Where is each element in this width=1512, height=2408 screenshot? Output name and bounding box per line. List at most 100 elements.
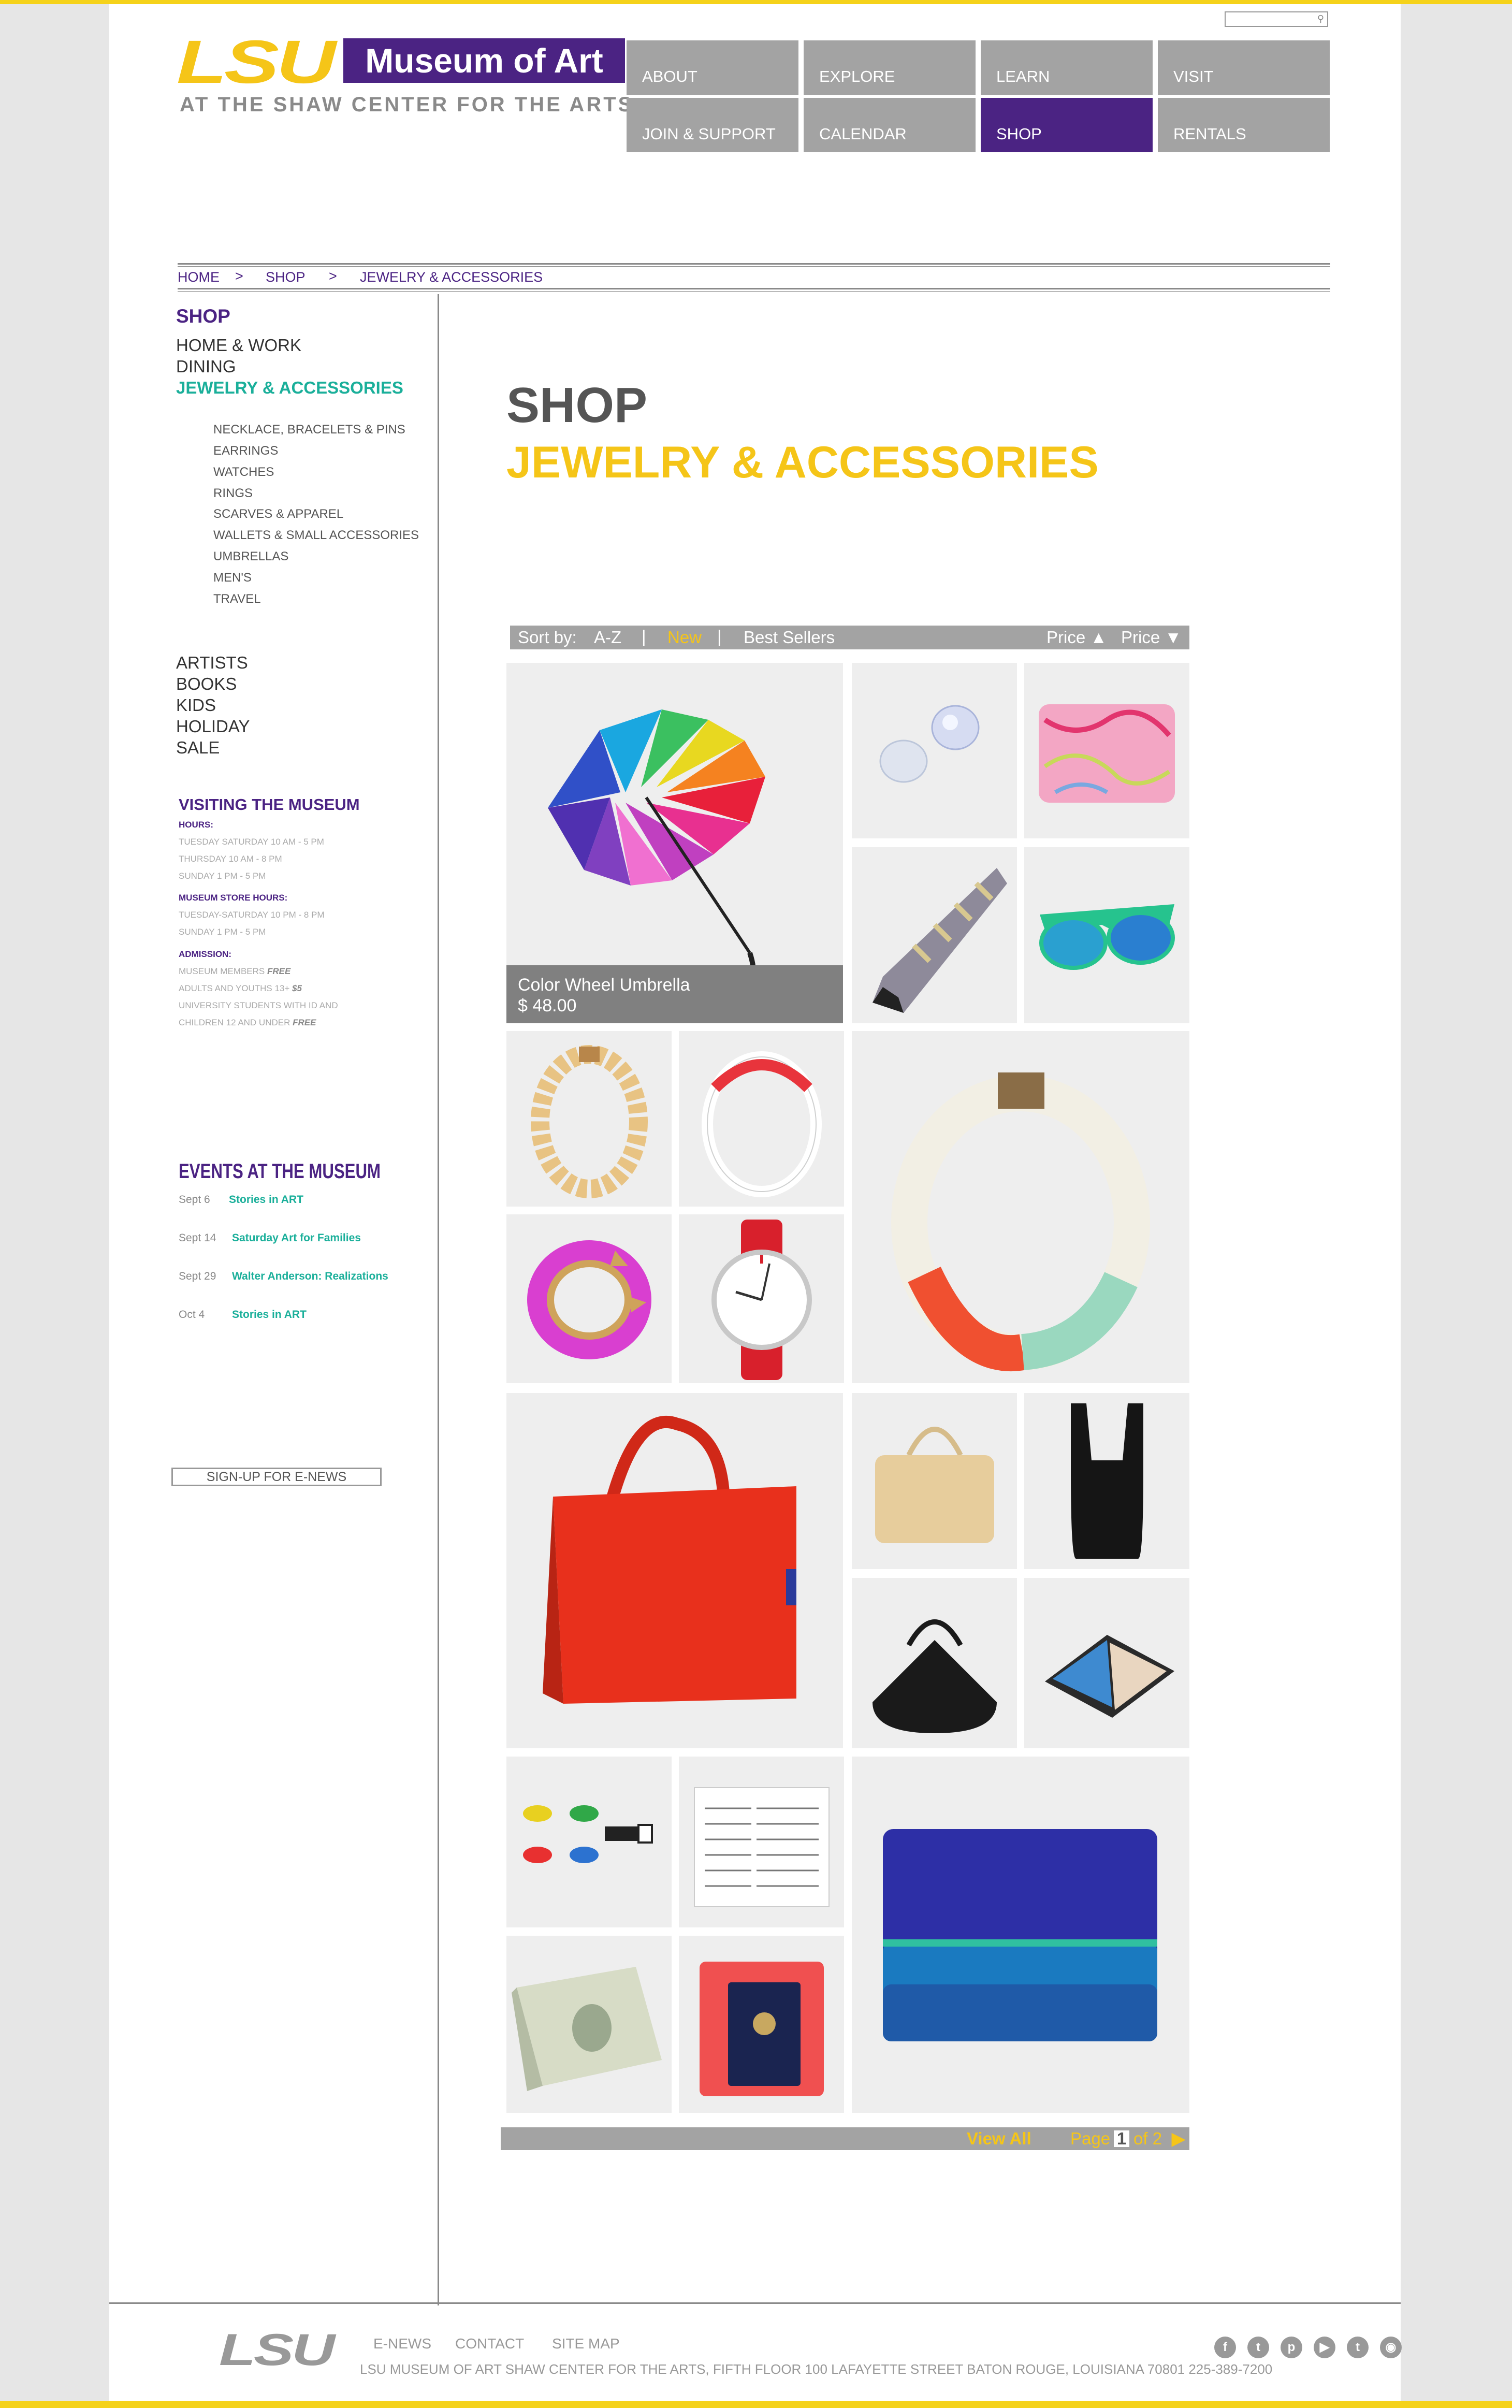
product-tile-watch[interactable] — [679, 1214, 844, 1383]
product-tile-conversion-card[interactable] — [679, 1757, 844, 1927]
event-link[interactable]: Walter Anderson: Realizations — [232, 1270, 388, 1283]
product-tile-ipad-case[interactable] — [1024, 1578, 1189, 1748]
product-tile-rope-necklace[interactable] — [852, 1031, 1189, 1383]
hours-line: THURSDAY 10 AM - 8 PM — [179, 854, 282, 864]
white-bangle-image — [702, 1051, 822, 1197]
nav-join-support[interactable]: JOIN & SUPPORT — [627, 98, 798, 152]
sidebar-sub-mens[interactable]: MEN'S — [213, 571, 252, 585]
event-date: Sept 6 — [179, 1194, 210, 1206]
sidebar-item-kids[interactable]: KIDS — [176, 695, 216, 715]
event-link[interactable]: Saturday Art for Families — [232, 1232, 361, 1244]
search-input[interactable]: ⚲ — [1225, 11, 1328, 27]
museum-logo[interactable]: Museum of Art — [343, 38, 625, 83]
twitter-icon[interactable]: t — [1247, 2337, 1269, 2358]
product-tile-red-tote[interactable] — [506, 1393, 843, 1748]
sidebar-sub-watches[interactable]: WATCHES — [213, 465, 274, 480]
search-icon[interactable]: ⚲ — [1317, 13, 1324, 24]
product-tile-passport-case[interactable] — [679, 1936, 844, 2113]
sort-new-button[interactable]: New — [667, 626, 702, 649]
sidebar-item-jewelry[interactable]: JEWELRY & ACCESSORIES — [176, 378, 403, 398]
footer-link-site-map[interactable]: SITE MAP — [552, 2336, 620, 2352]
product-tile-black-bag[interactable] — [1024, 1393, 1189, 1569]
sidebar-item-artists[interactable]: ARTISTS — [176, 653, 248, 673]
event-link[interactable]: Stories in ART — [229, 1194, 303, 1206]
money-wallet-image — [512, 1967, 662, 2091]
sort-price-down-button[interactable]: Price ▼ — [1121, 626, 1182, 649]
breadcrumb-home[interactable]: HOME — [178, 269, 220, 285]
tumblr-icon[interactable]: t — [1347, 2337, 1369, 2358]
sidebar-item-home-work[interactable]: HOME & WORK — [176, 336, 301, 355]
product-name: Color Wheel Umbrella — [518, 975, 690, 995]
product-tile-white-bangle[interactable] — [679, 1031, 844, 1207]
product-tile-bangle[interactable] — [506, 1214, 672, 1383]
sidebar-sub-rings[interactable]: RINGS — [213, 486, 253, 501]
facebook-icon[interactable]: f — [1214, 2337, 1236, 2358]
sidebar-sub-necklace[interactable]: NECKLACE, BRACELETS & PINS — [213, 423, 405, 437]
sidebar-sub-wallets[interactable]: WALLETS & SMALL ACCESSORIES — [213, 528, 419, 543]
product-tile-umbrella[interactable]: Color Wheel Umbrella $ 48.00 — [506, 663, 843, 1023]
footer-address: LSU MUSEUM OF ART SHAW CENTER FOR THE AR… — [360, 2361, 1273, 2377]
scarf-image — [1039, 704, 1175, 803]
sidebar-sub-earrings[interactable]: EARRINGS — [213, 444, 278, 458]
pinterest-icon[interactable]: p — [1281, 2337, 1302, 2358]
sidebar-sub-umbrellas[interactable]: UMBRELLAS — [213, 549, 288, 564]
top-accent-bar — [0, 0, 1512, 4]
next-page-icon[interactable]: ▶ — [1172, 2127, 1185, 2150]
tagline: AT THE SHAW CENTER FOR THE ARTS — [180, 93, 634, 116]
product-tile-glass-earrings[interactable] — [852, 663, 1017, 838]
sort-best-sellers-button[interactable]: Best Sellers — [744, 626, 835, 649]
nav-explore[interactable]: EXPLORE — [804, 40, 976, 95]
admission-line: UNIVERSITY STUDENTS WITH ID AND — [179, 1000, 338, 1010]
current-page-box[interactable]: 1 — [1114, 2130, 1129, 2147]
sort-divider: | — [717, 627, 722, 646]
product-tile-wallet[interactable] — [852, 1757, 1189, 2113]
featured-caption[interactable]: Color Wheel Umbrella $ 48.00 — [506, 965, 843, 1023]
nav-visit[interactable]: VISIT — [1158, 40, 1330, 95]
sidebar-item-dining[interactable]: DINING — [176, 357, 236, 376]
sidebar-item-books[interactable]: BOOKS — [176, 674, 237, 694]
breadcrumb-current[interactable]: JEWELRY & ACCESSORIES — [360, 269, 543, 285]
ipad-case-image — [1045, 1635, 1174, 1718]
sidebar-sub-scarves[interactable]: SCARVES & APPAREL — [213, 507, 343, 521]
product-tile-scarf[interactable] — [1024, 663, 1189, 838]
event-date: Oct 4 — [179, 1309, 205, 1321]
product-tile-money-wallet[interactable] — [506, 1936, 672, 2113]
nav-about[interactable]: ABOUT — [627, 40, 798, 95]
footer-link-enews[interactable]: E-NEWS — [373, 2336, 431, 2352]
product-tile-black-purse[interactable] — [852, 1578, 1017, 1748]
sort-price-up-button[interactable]: Price ▲ — [1046, 626, 1107, 649]
footer-link-contact[interactable]: CONTACT — [455, 2336, 524, 2352]
breadcrumb-separator: > — [329, 268, 337, 284]
page-subtitle: JEWELRY & ACCESSORIES — [506, 438, 1099, 487]
view-all-link[interactable]: View All — [967, 2127, 1031, 2150]
sidebar-item-sale[interactable]: SALE — [176, 738, 220, 758]
hours-line: TUESDAY SATURDAY 10 AM - 5 PM — [179, 837, 324, 847]
product-tile-gold-necklace[interactable] — [506, 1031, 672, 1207]
event-link[interactable]: Stories in ART — [232, 1309, 307, 1321]
instagram-icon[interactable]: ◉ — [1380, 2337, 1402, 2358]
product-tile-lip-stickers[interactable] — [506, 1757, 672, 1927]
breadcrumb-shop[interactable]: SHOP — [266, 269, 306, 285]
sidebar-heading[interactable]: SHOP — [176, 306, 230, 327]
sort-az-button[interactable]: A-Z — [594, 626, 621, 649]
admission-line: MUSEUM MEMBERS FREE — [179, 966, 291, 976]
breadcrumb-rule-bottom — [178, 288, 1330, 289]
product-tile-beige-bag[interactable] — [852, 1393, 1017, 1569]
nav-rentals[interactable]: RENTALS — [1158, 98, 1330, 152]
lsu-logo[interactable]: LSU — [177, 32, 336, 93]
bottom-accent-bar — [0, 2401, 1512, 2408]
youtube-icon[interactable]: ▶ — [1314, 2337, 1335, 2358]
product-tile-sunglasses[interactable] — [1024, 847, 1189, 1023]
nav-learn[interactable]: LEARN — [981, 40, 1153, 95]
footer-lsu-logo[interactable]: LSU — [219, 2328, 335, 2372]
product-tile-tie[interactable] — [852, 847, 1017, 1023]
hours-line: SUNDAY 1 PM - 5 PM — [179, 871, 266, 881]
nav-shop[interactable]: SHOP — [981, 98, 1153, 152]
sidebar-item-holiday[interactable]: HOLIDAY — [176, 717, 250, 736]
event-date: Sept 29 — [179, 1270, 216, 1282]
sidebar-sub-travel[interactable]: TRAVEL — [213, 592, 261, 606]
signup-enews-button[interactable]: SIGN-UP FOR E-NEWS — [171, 1468, 382, 1486]
passport-case-image — [700, 1962, 824, 2096]
nav-calendar[interactable]: CALENDAR — [804, 98, 976, 152]
admission-label: ADMISSION: — [179, 949, 231, 959]
